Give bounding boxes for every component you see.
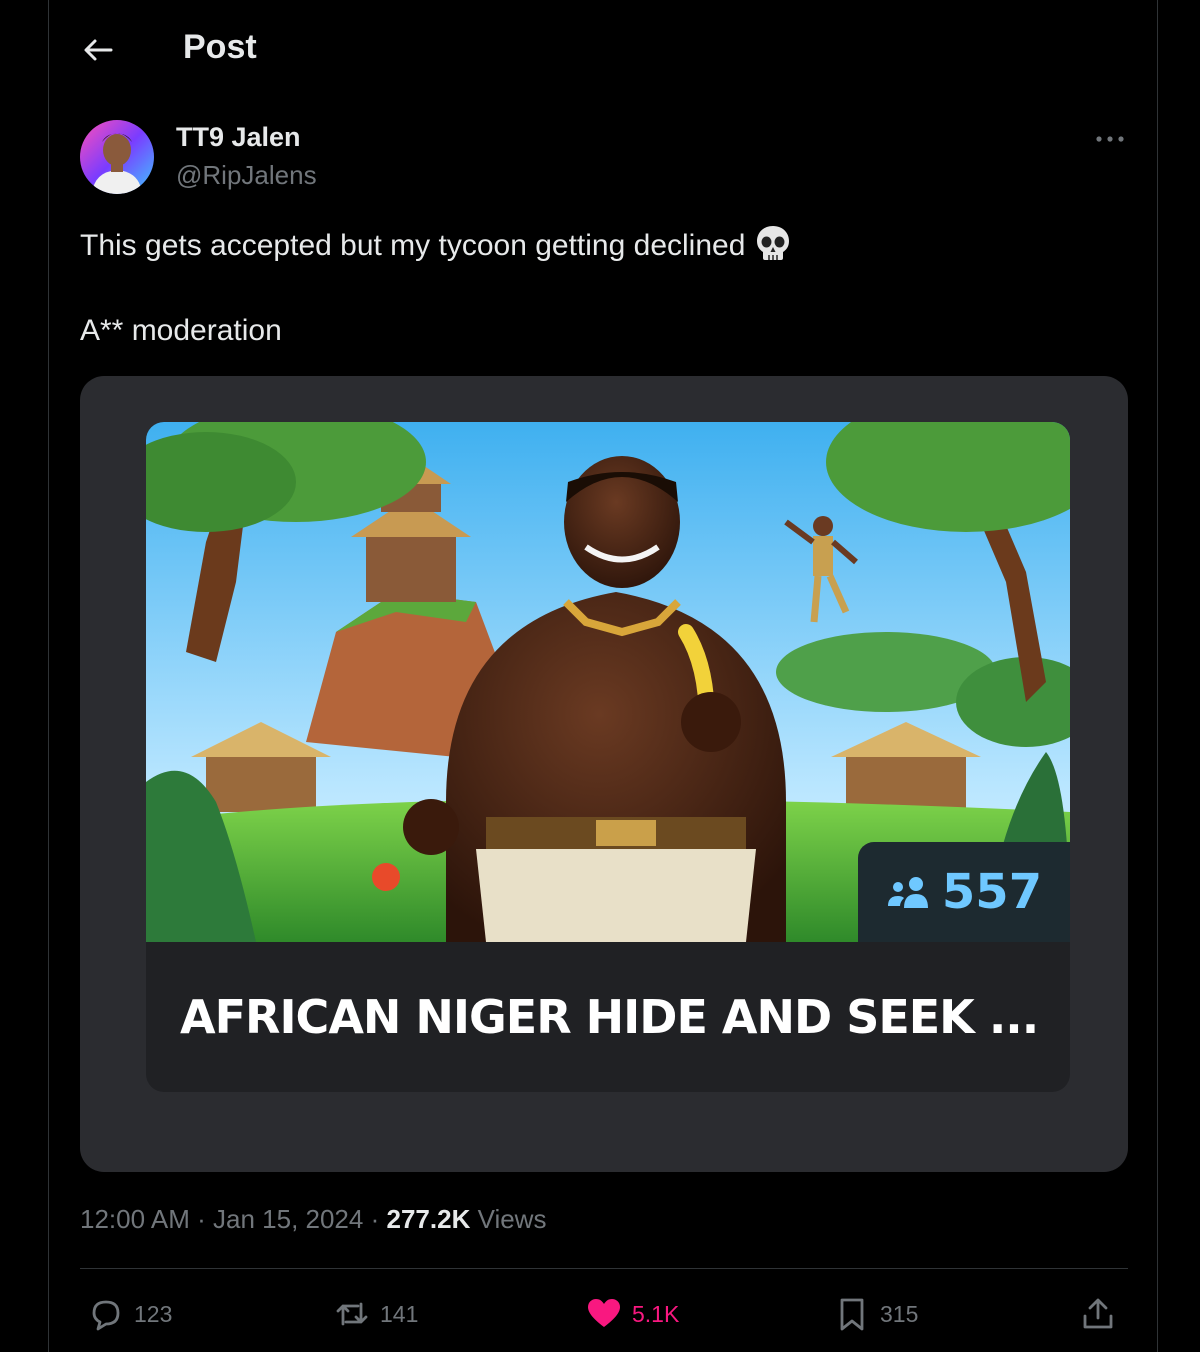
post-time[interactable]: 12:00 AM (80, 1204, 190, 1234)
game-title: AFRICAN NIGER HIDE AND SEEK ... (180, 990, 1039, 1044)
players-icon (887, 877, 928, 908)
arrow-left-icon (84, 39, 113, 61)
repost-icon (336, 1302, 368, 1326)
back-button[interactable] (78, 30, 118, 70)
bookmark-icon (840, 1298, 864, 1331)
bookmark-count: 315 (880, 1300, 919, 1327)
post-text-line-1: This gets accepted but my tycoon getting… (80, 224, 791, 270)
embedded-game-card[interactable]: 557 AFRICAN NIGER HIDE AND SEEK ... (80, 376, 1128, 1172)
player-count: 557 (941, 864, 1043, 920)
reply-icon (92, 1300, 120, 1331)
repost-button[interactable]: 141 (334, 1290, 418, 1338)
meta-separator: · (370, 1204, 380, 1234)
like-count: 5.1K (632, 1300, 680, 1327)
page-title: Post (183, 28, 257, 66)
more-dots-icon (1096, 136, 1124, 142)
game-tile[interactable]: 557 AFRICAN NIGER HIDE AND SEEK ... (146, 422, 1070, 1092)
share-button[interactable] (1080, 1290, 1116, 1338)
like-button[interactable]: 5.1K (586, 1290, 679, 1338)
post-text: This gets accepted but my tycoon getting… (80, 228, 746, 262)
views-count: 277.2K (386, 1204, 471, 1234)
bookmark-button[interactable]: 315 (834, 1290, 918, 1338)
post-date[interactable]: Jan 15, 2024 (213, 1204, 363, 1234)
share-icon (1083, 1298, 1113, 1329)
post-meta: 12:00 AM · Jan 15, 2024 · 277.2K Views (80, 1204, 546, 1235)
player-count-badge: 557 (858, 842, 1070, 942)
reply-button[interactable]: 123 (88, 1290, 172, 1338)
avatar[interactable] (80, 120, 154, 194)
author-handle[interactable]: @RipJalens (176, 160, 317, 191)
author-name[interactable]: TT9 Jalen (176, 122, 301, 153)
reply-count: 123 (134, 1300, 173, 1327)
skull-icon (755, 224, 791, 270)
heart-icon (588, 1299, 620, 1327)
avatar-image (80, 120, 154, 194)
repost-count: 141 (380, 1300, 419, 1327)
meta-separator: · (197, 1204, 206, 1234)
views-label: Views (477, 1204, 547, 1234)
post-text-line-2: A** moderation (80, 314, 282, 347)
more-options-button[interactable] (1090, 124, 1130, 154)
divider (80, 1268, 1128, 1269)
